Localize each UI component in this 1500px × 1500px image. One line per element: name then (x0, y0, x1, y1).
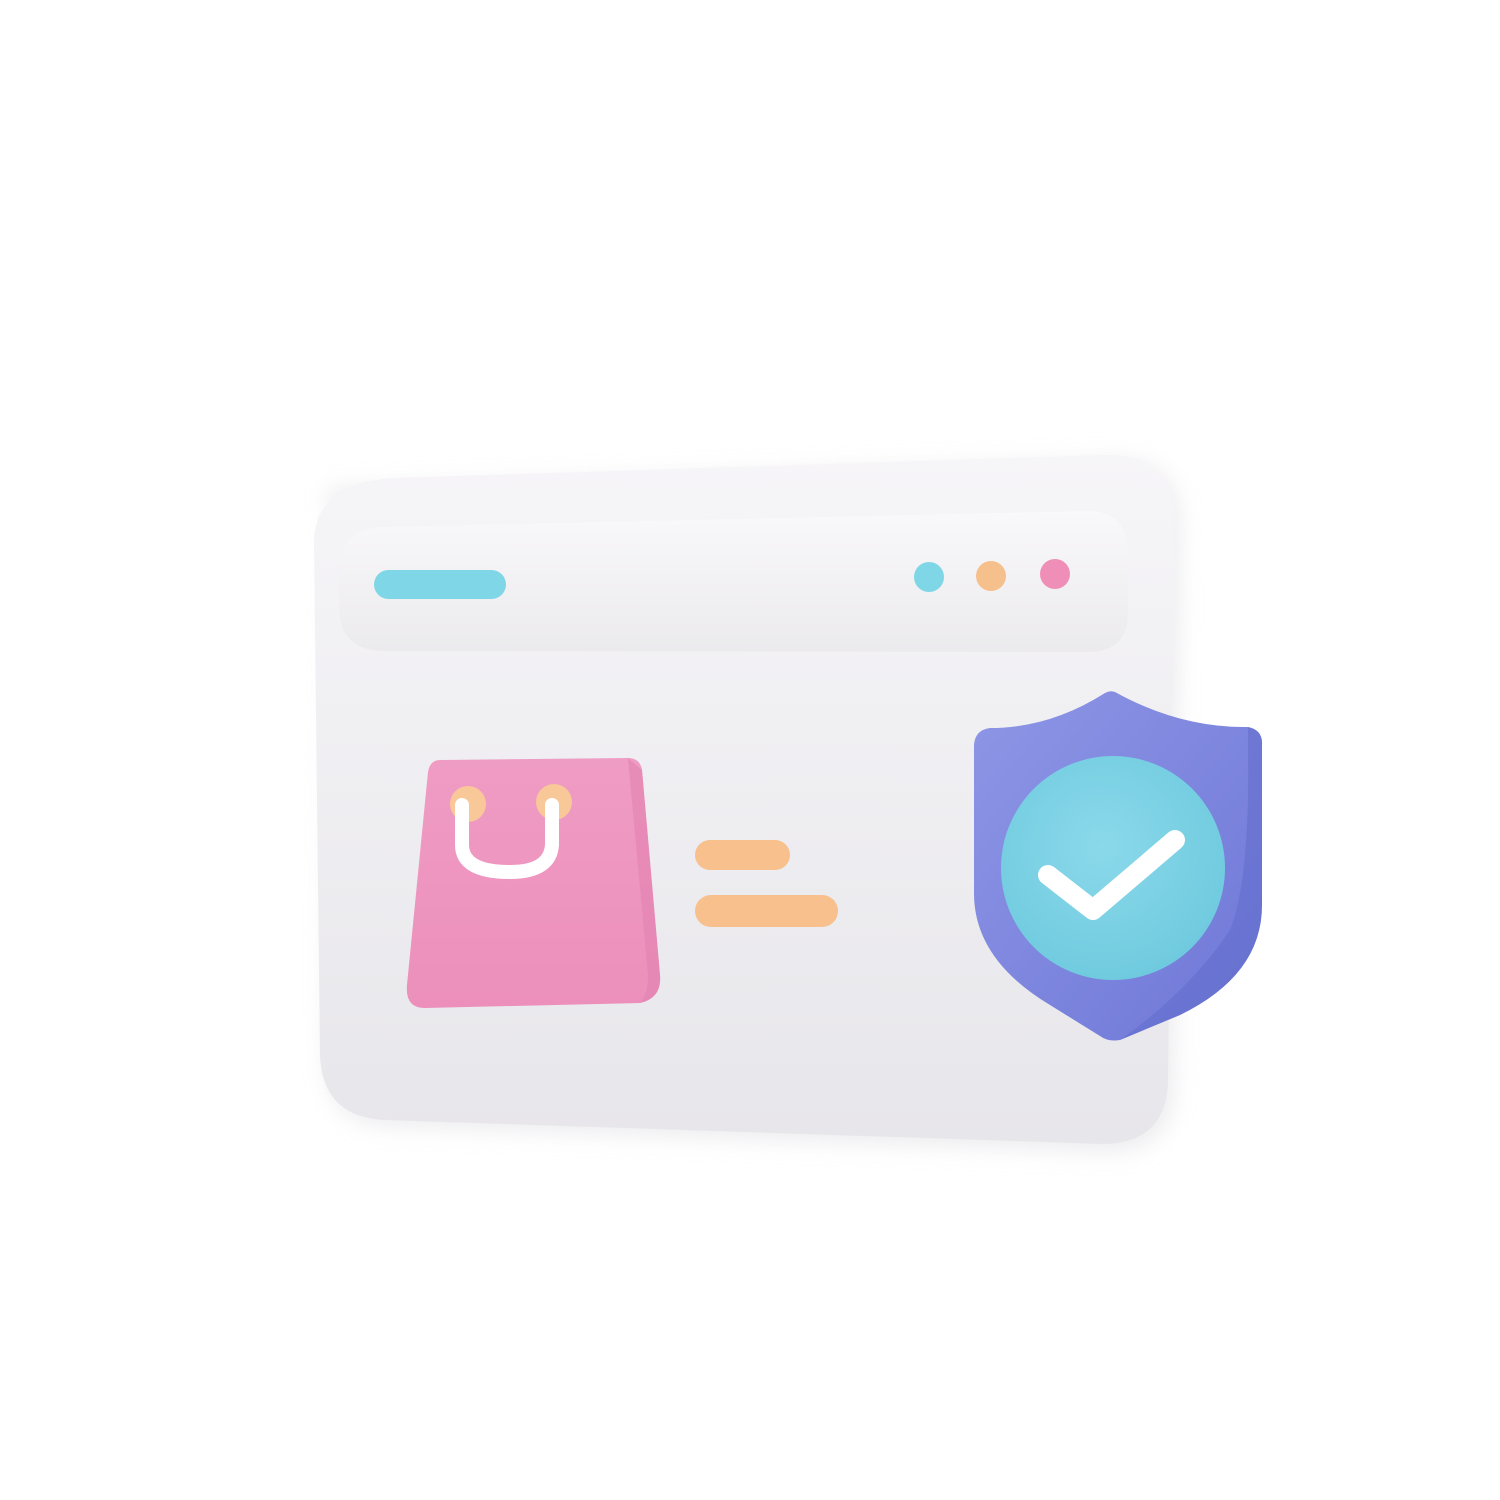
illustration-stage (0, 0, 1500, 1500)
secure-shopping-illustration (313, 454, 1263, 1150)
dot-icon (914, 562, 944, 592)
shopping-bag-icon (406, 758, 661, 1008)
title-bar-line (374, 570, 506, 599)
dot-icon (976, 561, 1006, 591)
verified-badge (1001, 756, 1225, 980)
dot-icon (1040, 559, 1070, 589)
